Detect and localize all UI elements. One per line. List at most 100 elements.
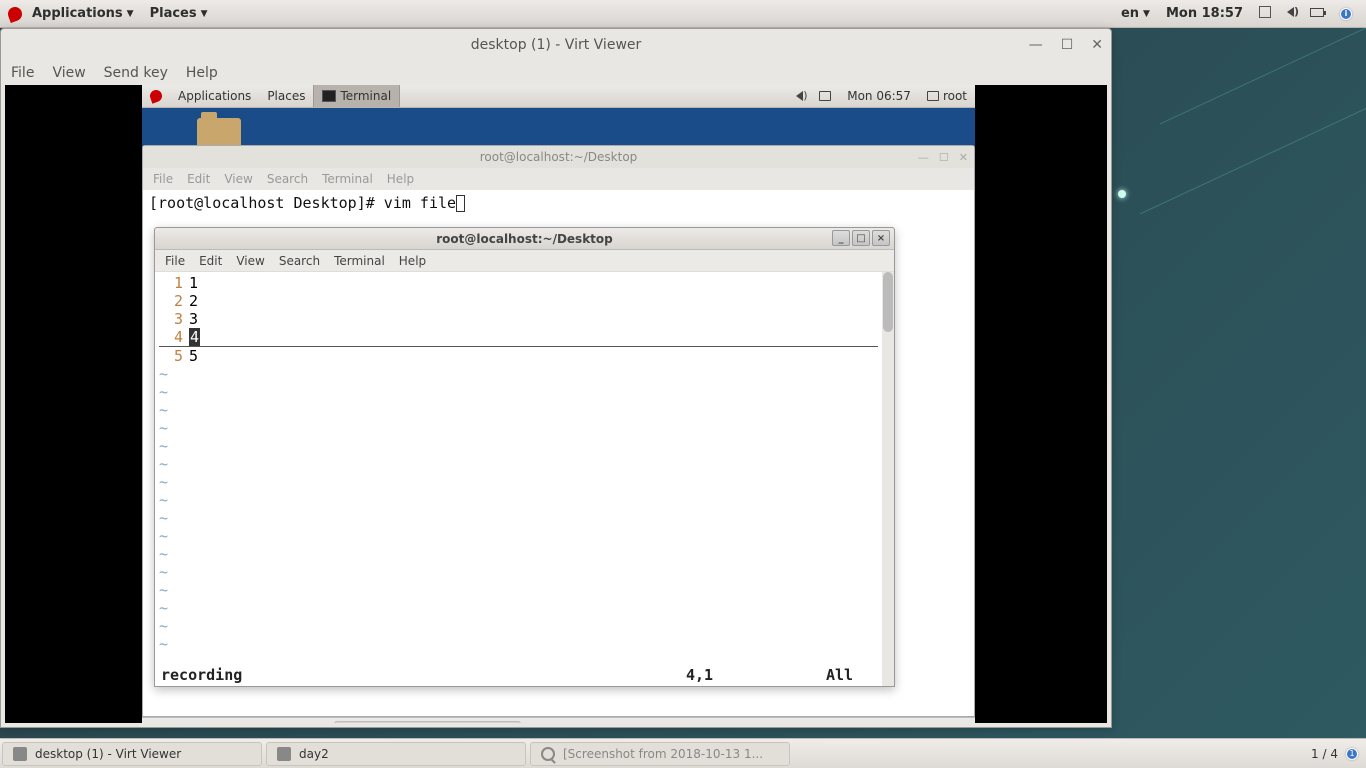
minimize-button[interactable]: _ <box>832 230 850 246</box>
menu-file[interactable]: File <box>153 172 173 186</box>
vim-line: 22 <box>159 292 878 310</box>
virt-viewer-icon <box>13 747 27 761</box>
host-workspace-indicator[interactable]: 1 / 4 1 <box>1303 747 1366 761</box>
menu-help[interactable]: Help <box>399 254 426 268</box>
close-button[interactable]: ✕ <box>1091 37 1103 53</box>
task-label: [Screenshot from 2018-10-13 1... <box>563 747 763 761</box>
menu-help[interactable]: Help <box>387 172 414 186</box>
menu-search[interactable]: Search <box>267 172 308 186</box>
vim-tilde: ~ <box>159 437 878 455</box>
terminal-window-vim: root@localhost:~/Desktop _ □ × File Edit… <box>154 227 895 687</box>
guest-task-item[interactable]: root@localhost:~/Desktop <box>144 721 330 724</box>
window-title: root@localhost:~/Desktop <box>480 150 638 164</box>
vim-tilde: ~ <box>159 635 878 653</box>
minimize-button[interactable]: — <box>918 151 929 164</box>
menu-file[interactable]: File <box>11 65 34 81</box>
guest-desktop: Applications Places Terminal Mon 06:57 r… <box>142 85 975 717</box>
guest-volume-icon[interactable] <box>788 85 811 107</box>
maximize-button[interactable]: ☐ <box>939 151 949 164</box>
tray-display-icon[interactable] <box>1253 6 1277 22</box>
chevron-down-icon: ▼ <box>201 9 208 19</box>
window-title: root@localhost:~/Desktop <box>436 232 613 246</box>
guest-taskbar: root@localhost:~/Desktop root@localhost:… <box>142 717 975 723</box>
guest-places-menu[interactable]: Places <box>259 85 313 107</box>
host-clock[interactable]: Mon 18:57 <box>1160 6 1249 21</box>
host-applications-menu[interactable]: Applications ▼ <box>26 3 140 24</box>
volume-icon[interactable] <box>1281 6 1300 21</box>
close-button[interactable]: ✕ <box>959 151 968 164</box>
cursor-icon <box>456 195 465 212</box>
host-taskbar: desktop (1) - Virt Viewer day2 [Screensh… <box>0 738 1366 768</box>
menu-view[interactable]: View <box>236 254 264 268</box>
task-label: day2 <box>299 747 329 761</box>
menu-label: Places <box>150 6 197 21</box>
vim-tilde: ~ <box>159 581 878 599</box>
terminal-prompt-line: [root@localhost Desktop]# vim file <box>149 194 456 212</box>
term1-menubar: File Edit View Search Terminal Help <box>143 168 974 190</box>
vim-status-bar: recording 4,1 All <box>161 666 876 684</box>
user-menu[interactable]: i <box>1334 8 1358 20</box>
vim-tilde: ~ <box>159 401 878 419</box>
menu-file[interactable]: File <box>165 254 185 268</box>
lang-label: en <box>1121 6 1139 21</box>
battery-icon[interactable] <box>1304 6 1330 21</box>
menu-view[interactable]: View <box>224 172 252 186</box>
maximize-button[interactable]: ☐ <box>1061 37 1074 53</box>
menu-edit[interactable]: Edit <box>199 254 222 268</box>
minimize-button[interactable]: — <box>1029 37 1043 53</box>
keyboard-lang-indicator[interactable]: en ▼ <box>1115 6 1156 21</box>
vim-line: 33 <box>159 310 878 328</box>
guest-applications-menu[interactable]: Applications <box>170 85 259 107</box>
virt-menubar: File View Send key Help <box>1 61 1111 85</box>
monitor-icon <box>927 91 939 101</box>
chevron-down-icon: ▼ <box>127 9 134 19</box>
vim-tilde: ~ <box>159 365 878 383</box>
host-places-menu[interactable]: Places ▼ <box>144 3 214 24</box>
guest-clock[interactable]: Mon 06:57 <box>839 85 919 107</box>
vim-tilde: ~ <box>159 563 878 581</box>
menu-view[interactable]: View <box>52 65 85 81</box>
vim-line: 55 <box>159 347 878 365</box>
menu-terminal[interactable]: Terminal <box>334 254 385 268</box>
window-title: desktop (1) - Virt Viewer <box>471 37 642 53</box>
menu-terminal[interactable]: Terminal <box>322 172 373 186</box>
menu-search[interactable]: Search <box>279 254 320 268</box>
vim-tilde: ~ <box>159 383 878 401</box>
vim-tilde: ~ <box>159 545 878 563</box>
menu-sendkey[interactable]: Send key <box>104 65 168 81</box>
vim-cursor: 4 <box>189 328 200 346</box>
guest-distro-icon[interactable] <box>142 85 170 107</box>
term2-titlebar[interactable]: root@localhost:~/Desktop _ □ × <box>155 228 894 250</box>
chevron-down-icon: ▼ <box>1143 9 1150 19</box>
vim-tilde: ~ <box>159 509 878 527</box>
term1-titlebar[interactable]: root@localhost:~/Desktop — ☐ ✕ <box>143 146 974 168</box>
guest-user-menu[interactable]: root <box>919 85 975 107</box>
vim-line: 11 <box>159 274 878 292</box>
image-viewer-icon <box>541 747 555 761</box>
virt-titlebar[interactable]: desktop (1) - Virt Viewer — ☐ ✕ <box>1 29 1111 61</box>
host-task-item[interactable]: day2 <box>266 742 526 766</box>
vim-line-cursor: 44 <box>159 328 878 347</box>
guest-terminal-task[interactable]: Terminal <box>313 85 400 107</box>
menu-edit[interactable]: Edit <box>187 172 210 186</box>
vim-tilde: ~ <box>159 491 878 509</box>
virt-viewer-window: desktop (1) - Virt Viewer — ☐ ✕ File Vie… <box>0 28 1112 728</box>
task-label: desktop (1) - Virt Viewer <box>35 747 181 761</box>
maximize-button[interactable]: □ <box>852 230 870 246</box>
guest-workspace-indicator[interactable]: 1 / 4 1 <box>908 721 973 724</box>
vim-tilde: ~ <box>159 455 878 473</box>
virt-display-area[interactable]: Applications Places Terminal Mon 06:57 r… <box>5 85 1107 723</box>
vim-tilde: ~ <box>159 617 878 635</box>
menu-help[interactable]: Help <box>186 65 218 81</box>
vim-status-recording: recording <box>161 666 686 684</box>
guest-task-item-active[interactable]: root@localhost:~/Desktop <box>334 721 520 724</box>
vim-status-position: 4,1 <box>686 666 826 684</box>
host-top-panel: Applications ▼ Places ▼ en ▼ Mon 18:57 i <box>0 0 1366 28</box>
vim-tilde: ~ <box>159 473 878 491</box>
scrollbar[interactable] <box>882 272 894 686</box>
close-button[interactable]: × <box>872 230 890 246</box>
host-task-item[interactable]: [Screenshot from 2018-10-13 1... <box>530 742 790 766</box>
vim-editor-body[interactable]: 11 22 33 44 55 ~ ~ ~ ~ ~ ~ ~ ~ ~ ~ ~ ~ <box>155 272 894 686</box>
guest-network-icon[interactable] <box>811 85 839 107</box>
host-task-item[interactable]: desktop (1) - Virt Viewer <box>2 742 262 766</box>
